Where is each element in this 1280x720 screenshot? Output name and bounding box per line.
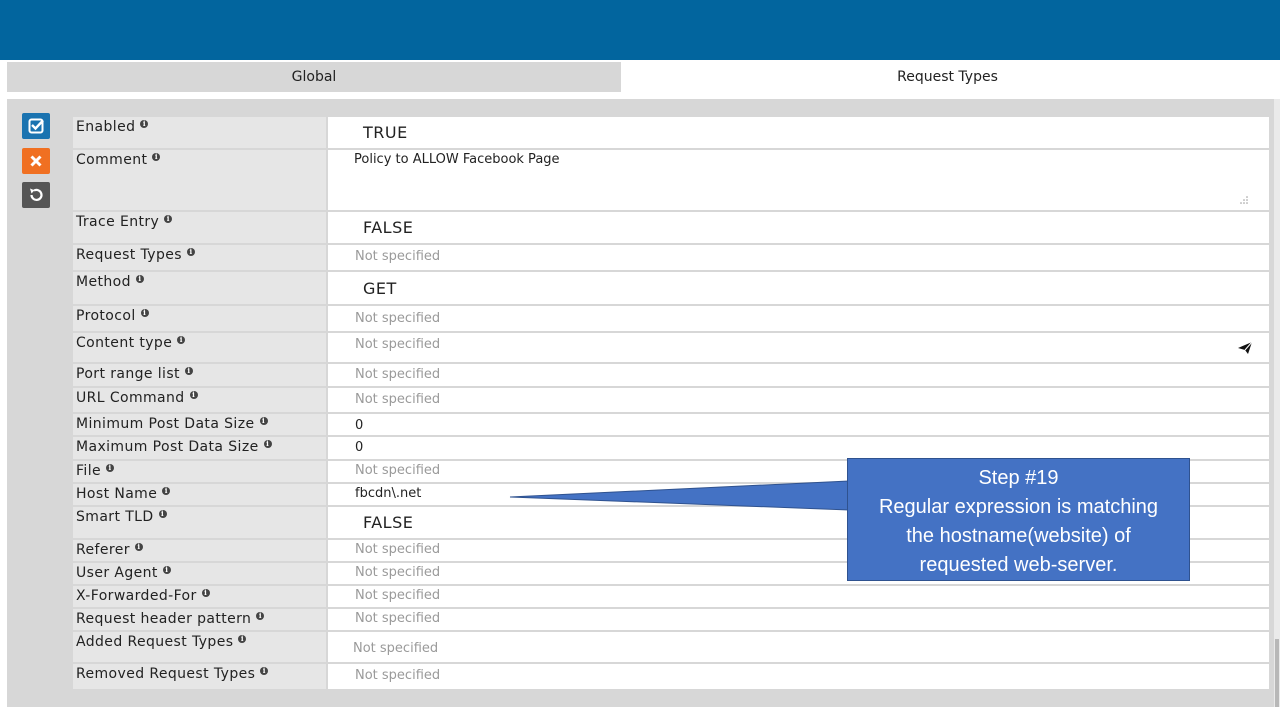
- trace-entry-value[interactable]: FALSE: [328, 212, 1269, 243]
- field-label: User Agent i: [73, 563, 326, 584]
- undo-icon: [30, 188, 43, 201]
- field-label: Trace Entry i: [73, 212, 326, 243]
- protocol-value[interactable]: Not specified: [328, 306, 1269, 331]
- info-icon[interactable]: i: [162, 487, 171, 495]
- close-icon: [30, 155, 42, 167]
- field-label: Added Request Types i: [73, 632, 326, 662]
- info-icon[interactable]: i: [263, 440, 272, 448]
- content-type-text: Not specified: [355, 337, 441, 352]
- callout-box: Step #19 Regular expression is matching …: [847, 458, 1190, 581]
- port-range-value[interactable]: Not specified: [328, 364, 1269, 386]
- info-icon[interactable]: i: [256, 612, 265, 620]
- tab-global[interactable]: Global: [7, 62, 621, 92]
- reset-button[interactable]: [22, 182, 50, 208]
- field-label: Request Types i: [73, 245, 326, 270]
- cancel-button[interactable]: [22, 148, 50, 174]
- callout-line: requested web-server.: [919, 554, 1118, 576]
- field-row-request-types: Request Types i Not specified: [73, 245, 1269, 272]
- info-icon[interactable]: i: [184, 367, 193, 375]
- callout-line: Regular expression is matching: [878, 496, 1159, 518]
- callout-line: the hostname(website) of: [906, 525, 1131, 547]
- min-post-data-size-input[interactable]: 0: [328, 414, 1269, 435]
- field-row-comment: Comment i Policy to ALLOW Facebook Page: [73, 150, 1269, 212]
- save-button[interactable]: [22, 113, 50, 139]
- field-label: Smart TLD i: [73, 507, 326, 538]
- request-header-pattern-value[interactable]: Not specified: [328, 609, 1269, 630]
- field-label: Protocol i: [73, 306, 326, 331]
- field-label: Enabled i: [73, 117, 326, 148]
- info-icon[interactable]: i: [259, 417, 268, 425]
- field-label: Removed Request Types i: [73, 664, 326, 689]
- info-icon[interactable]: i: [140, 309, 149, 317]
- x-forwarded-for-value[interactable]: Not specified: [328, 586, 1269, 607]
- removed-request-types-value[interactable]: Not specified: [328, 664, 1269, 689]
- info-icon[interactable]: i: [106, 464, 115, 472]
- info-icon[interactable]: i: [189, 391, 198, 399]
- field-row-request-header-pattern: Request header pattern i Not specified: [73, 609, 1269, 632]
- field-row-added-request-types: Added Request Types i Not specified: [73, 632, 1269, 664]
- comment-textarea[interactable]: Policy to ALLOW Facebook Page: [328, 150, 1269, 210]
- info-icon[interactable]: i: [201, 589, 210, 597]
- info-icon[interactable]: i: [164, 215, 173, 223]
- info-icon[interactable]: i: [140, 120, 149, 128]
- field-label: File i: [73, 461, 326, 482]
- url-command-value[interactable]: Not specified: [328, 388, 1269, 412]
- field-label: Minimum Post Data Size i: [73, 414, 326, 435]
- field-label: Host Name i: [73, 484, 326, 505]
- checkbox-icon: [28, 118, 44, 134]
- field-label: URL Command i: [73, 388, 326, 412]
- field-row-method: Method i GET: [73, 272, 1269, 306]
- field-row-enabled: Enabled i TRUE: [73, 117, 1269, 150]
- tab-bar: Global Request Types: [0, 60, 1280, 92]
- scrollbar[interactable]: [1274, 99, 1280, 707]
- scrollbar-thumb[interactable]: [1275, 639, 1279, 707]
- field-row-removed-request-types: Removed Request Types i Not specified: [73, 664, 1269, 691]
- tab-request-types[interactable]: Request Types: [621, 62, 1274, 92]
- info-icon[interactable]: i: [152, 153, 161, 161]
- top-bar: [0, 0, 1280, 60]
- resize-handle-icon[interactable]: [1239, 196, 1249, 204]
- field-row-protocol: Protocol i Not specified: [73, 306, 1269, 333]
- info-icon[interactable]: i: [158, 510, 167, 518]
- field-label: X-Forwarded-For i: [73, 586, 326, 607]
- field-row-port-range-list: Port range list i Not specified: [73, 364, 1269, 388]
- field-row-url-command: URL Command i Not specified: [73, 388, 1269, 414]
- info-icon[interactable]: i: [162, 566, 171, 574]
- info-icon[interactable]: i: [238, 635, 247, 643]
- field-row-min-post-data-size: Minimum Post Data Size i 0: [73, 414, 1269, 437]
- info-icon[interactable]: i: [135, 275, 144, 283]
- content-type-value[interactable]: Not specified: [328, 333, 1269, 362]
- field-label: Method i: [73, 272, 326, 304]
- send-icon[interactable]: [1237, 341, 1253, 355]
- field-row-content-type: Content type i Not specified: [73, 333, 1269, 364]
- field-label: Comment i: [73, 150, 326, 210]
- method-value[interactable]: GET: [328, 272, 1269, 304]
- request-types-value[interactable]: Not specified: [328, 245, 1269, 270]
- info-icon[interactable]: i: [177, 336, 186, 344]
- field-row-trace-entry: Trace Entry i FALSE: [73, 212, 1269, 245]
- comment-text: Policy to ALLOW Facebook Page: [354, 152, 560, 167]
- info-icon[interactable]: i: [260, 667, 269, 675]
- field-row-x-forwarded-for: X-Forwarded-For i Not specified: [73, 586, 1269, 609]
- info-icon[interactable]: i: [134, 543, 143, 551]
- added-request-types-value[interactable]: Not specified: [328, 632, 1269, 662]
- info-icon[interactable]: i: [186, 248, 195, 256]
- callout-title: Step #19: [978, 467, 1059, 489]
- field-label: Referer i: [73, 540, 326, 561]
- max-post-data-size-input[interactable]: 0: [328, 437, 1269, 459]
- field-label: Request header pattern i: [73, 609, 326, 630]
- field-label: Port range list i: [73, 364, 326, 386]
- enabled-value[interactable]: TRUE: [328, 117, 1269, 148]
- field-label: Content type i: [73, 333, 326, 362]
- field-label: Maximum Post Data Size i: [73, 437, 326, 459]
